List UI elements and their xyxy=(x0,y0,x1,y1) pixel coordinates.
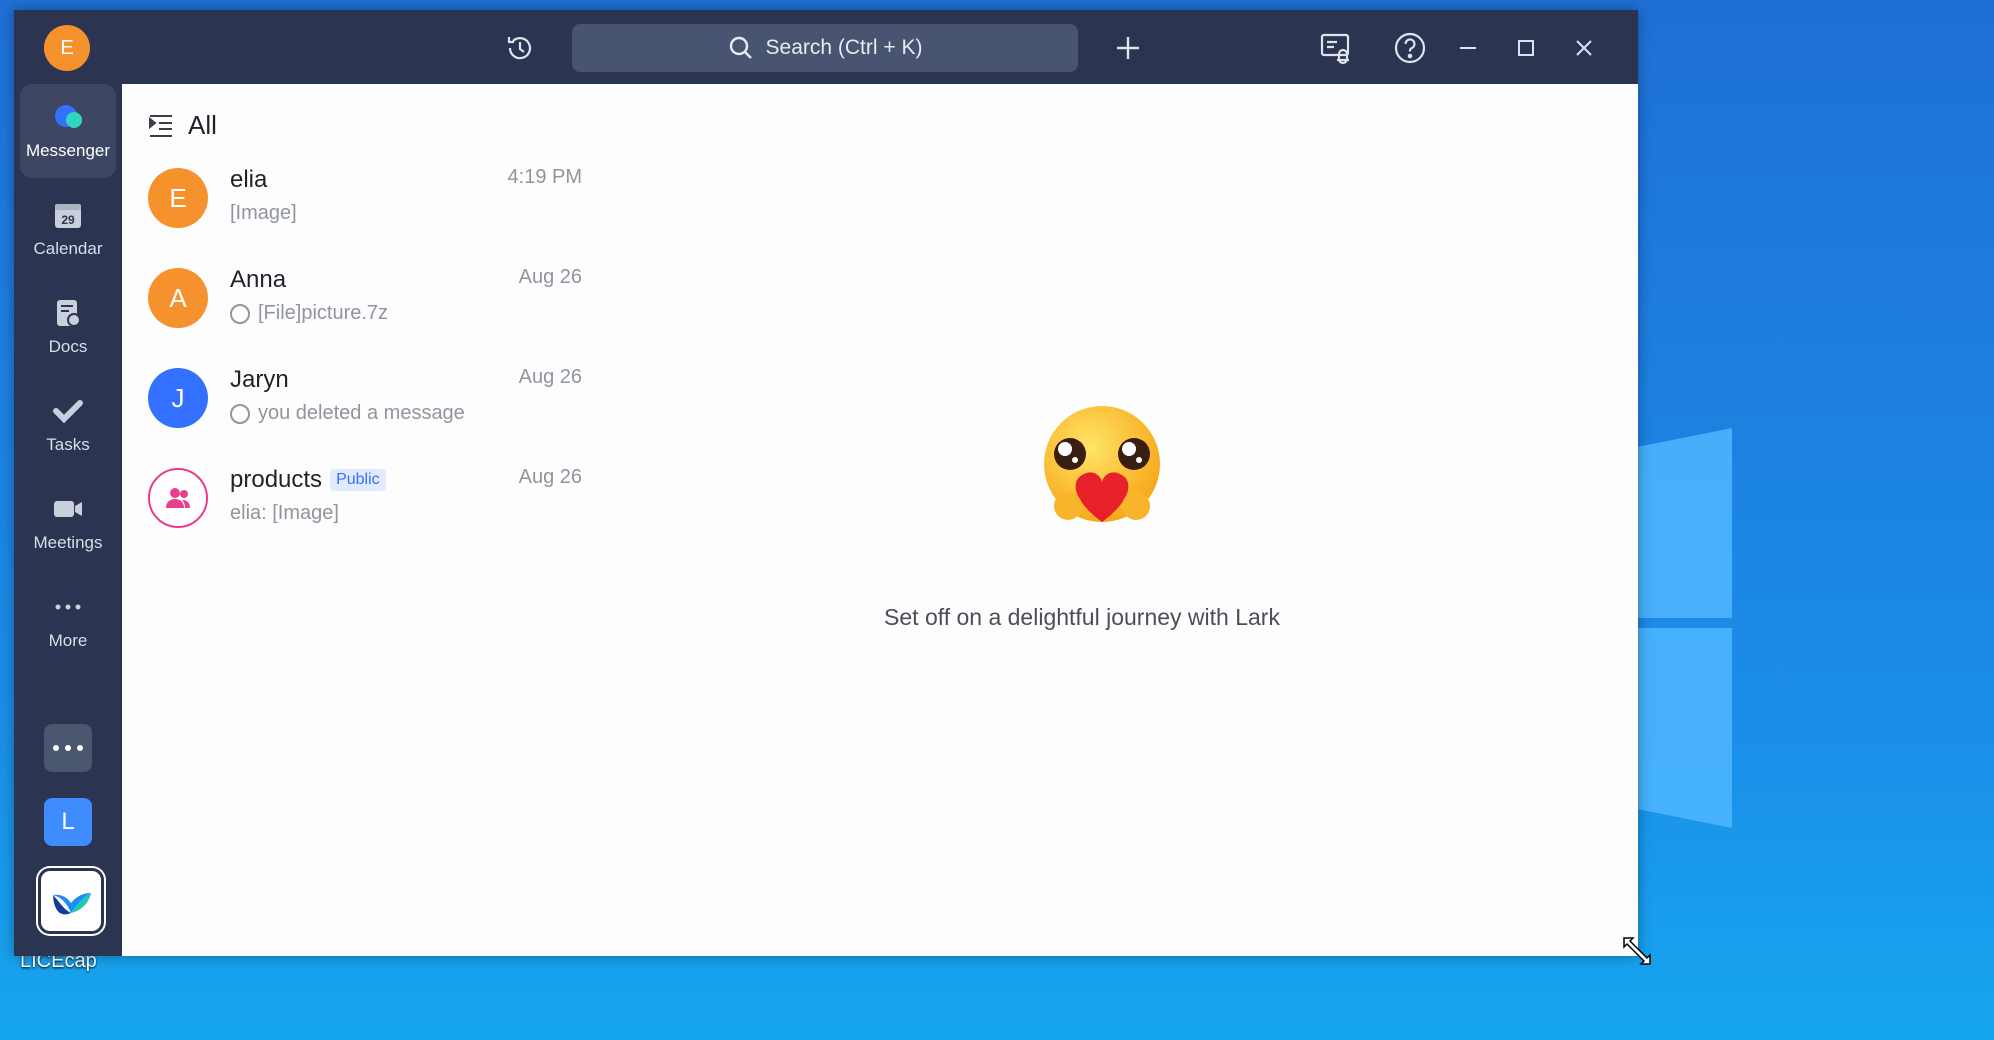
workspace-avatar[interactable]: L xyxy=(44,798,92,846)
sidebar-item-meetings[interactable]: Meetings xyxy=(20,476,116,570)
search-placeholder: Search (Ctrl + K) xyxy=(765,36,923,59)
history-icon[interactable] xyxy=(500,28,540,68)
chat-preview: you deleted a message xyxy=(230,402,465,425)
chat-name: elia xyxy=(230,166,268,193)
chat-time: Aug 26 xyxy=(518,466,582,488)
filter-list-icon xyxy=(149,114,172,137)
group-icon xyxy=(166,488,190,508)
messenger-panel: All E elia 4:19 PM [Image] A Anna Aug 26… xyxy=(122,84,1651,965)
lark-bird-icon xyxy=(53,893,91,915)
calendar-icon: 29 xyxy=(55,204,81,228)
sidebar-item-calendar[interactable]: 29 Calendar xyxy=(20,182,116,276)
maximize-icon[interactable] xyxy=(1506,28,1546,68)
chat-filter[interactable]: All xyxy=(148,110,217,141)
sidebar-item-docs[interactable]: Docs xyxy=(20,280,116,374)
resize-cursor-icon xyxy=(1623,937,1651,965)
chat-row-elia[interactable]: E elia 4:19 PM [Image] xyxy=(148,160,582,260)
chat-row-products[interactable]: products Public Aug 26 elia: [Image] xyxy=(148,460,582,560)
chat-preview: [Image] xyxy=(230,202,297,224)
calendar-date: 29 xyxy=(61,213,75,227)
avatar: J xyxy=(148,368,208,428)
plus-icon[interactable] xyxy=(1108,28,1148,68)
close-icon[interactable] xyxy=(1564,28,1604,68)
sidebar-item-label: Calendar xyxy=(33,239,103,258)
sidebar-item-label: Messenger xyxy=(25,141,111,160)
tasks-icon xyxy=(53,400,83,424)
more-icon xyxy=(55,604,81,610)
sidebar-item-messenger[interactable]: Messenger xyxy=(20,84,116,178)
chat-time: Aug 26 xyxy=(518,266,582,288)
lark-logo[interactable] xyxy=(38,868,104,934)
chat-time: Aug 26 xyxy=(518,366,582,388)
sidebar: Messenger 29 Calendar Docs Tasks Meeting… xyxy=(14,84,122,956)
chat-row-anna[interactable]: A Anna Aug 26 [File]picture.7z xyxy=(148,260,582,360)
docs-icon xyxy=(57,300,81,327)
help-icon[interactable] xyxy=(1390,28,1430,68)
video-camera-icon xyxy=(54,501,82,517)
messenger-icon xyxy=(55,105,82,128)
filter-label: All xyxy=(188,110,217,140)
search-input[interactable]: Search (Ctrl + K) xyxy=(572,24,1078,72)
user-avatar[interactable]: E xyxy=(44,25,90,71)
lark-window: E Search (Ctrl + K) Messenger 29 Calenda… xyxy=(14,10,1651,965)
titlebar: E Search (Ctrl + K) xyxy=(14,10,1638,84)
more-apps-button[interactable] xyxy=(44,724,92,772)
chat-name: Jaryn xyxy=(230,366,289,393)
search-icon xyxy=(729,36,752,59)
notification-board-icon[interactable] xyxy=(1316,28,1356,68)
chat-preview: [File]picture.7z xyxy=(230,302,388,325)
chat-name: products Public xyxy=(230,466,386,494)
sidebar-item-tasks[interactable]: Tasks xyxy=(20,378,116,472)
chat-preview: elia: [Image] xyxy=(230,502,339,524)
ellipsis-icon xyxy=(53,745,83,751)
unread-status-icon xyxy=(230,303,250,324)
sidebar-item-label: Docs xyxy=(48,337,88,356)
sidebar-item-label: More xyxy=(48,631,88,650)
windows-logo xyxy=(1632,428,1732,828)
sidebar-item-label: Tasks xyxy=(46,435,90,454)
chat-name: Anna xyxy=(230,266,287,293)
hugging-heart-emoji-icon xyxy=(1044,406,1160,522)
empty-state-illustration xyxy=(952,404,1252,539)
sidebar-item-more[interactable]: More xyxy=(20,574,116,668)
chat-row-jaryn[interactable]: J Jaryn Aug 26 you deleted a message xyxy=(148,360,582,460)
avatar: A xyxy=(148,268,208,328)
avatar: E xyxy=(148,168,208,228)
group-avatar xyxy=(148,468,208,528)
chat-time: 4:19 PM xyxy=(507,166,582,188)
sidebar-item-label: Meetings xyxy=(33,533,103,552)
unread-status-icon xyxy=(230,403,250,424)
public-badge: Public xyxy=(330,469,386,491)
minimize-icon[interactable] xyxy=(1448,28,1488,68)
empty-state-text: Set off on a delightful journey with Lar… xyxy=(884,604,1280,630)
